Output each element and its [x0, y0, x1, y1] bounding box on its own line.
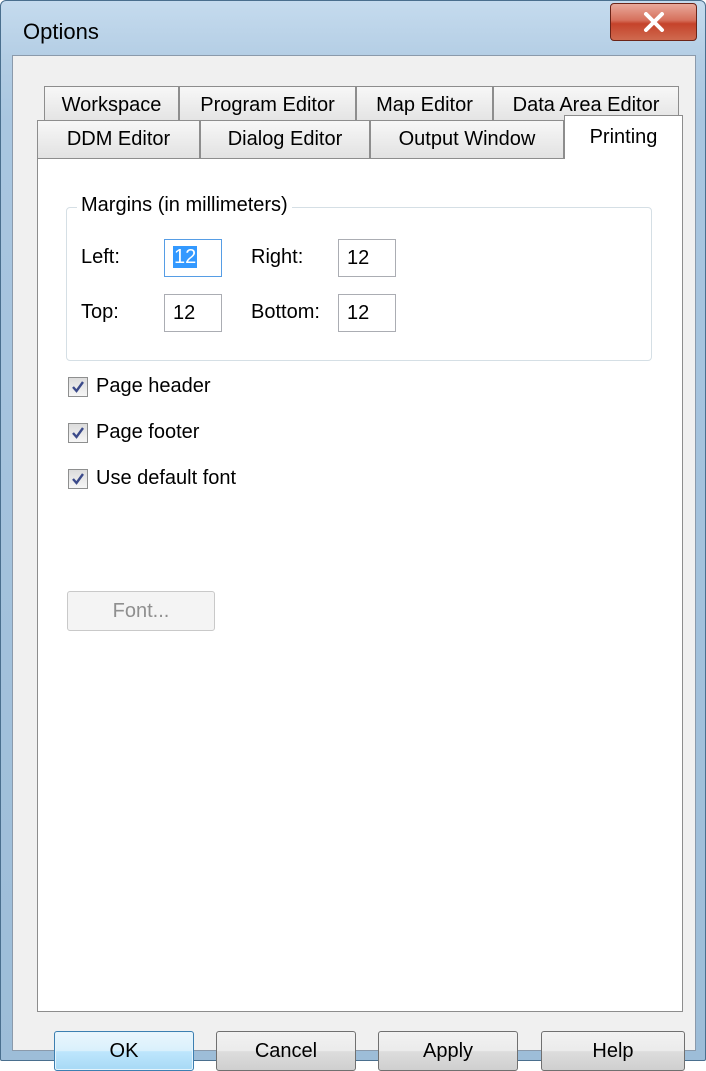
- checkmark-icon: [72, 426, 84, 439]
- bottom-margin-label: Bottom:: [251, 301, 320, 323]
- use-default-font-label: Use default font: [96, 467, 237, 489]
- checkmark-icon: [72, 472, 84, 485]
- right-margin-input[interactable]: [338, 239, 396, 277]
- close-button[interactable]: [610, 3, 697, 41]
- margins-group: Margins (in millimeters) Left: 12 Right:…: [66, 194, 652, 361]
- tab-dialog-editor[interactable]: Dialog Editor: [200, 120, 370, 158]
- tab-workspace[interactable]: Workspace: [44, 86, 179, 124]
- apply-button[interactable]: Apply: [378, 1031, 518, 1071]
- left-margin-value: 12: [173, 246, 198, 268]
- top-margin-input[interactable]: [164, 294, 222, 332]
- options-dialog: Options Workspace Program Editor Map Edi…: [0, 0, 706, 1071]
- tab-output-window[interactable]: Output Window: [370, 120, 564, 158]
- right-margin-label: Right:: [251, 246, 304, 268]
- dialog-client-area: Workspace Program Editor Map Editor Data…: [12, 55, 696, 1071]
- ok-button[interactable]: OK: [54, 1031, 194, 1071]
- checkmark-icon: [72, 380, 84, 393]
- page-footer-checkbox[interactable]: [68, 422, 88, 443]
- left-margin-label: Left:: [81, 246, 120, 268]
- printing-panel: Margins (in millimeters) Left: 12 Right:…: [37, 158, 683, 1012]
- page-footer-option[interactable]: Page footer: [68, 421, 199, 444]
- help-button[interactable]: Help: [541, 1031, 685, 1071]
- cancel-button[interactable]: Cancel: [216, 1031, 356, 1071]
- tab-printing[interactable]: Printing: [564, 115, 683, 159]
- close-icon: [643, 12, 664, 32]
- margins-group-label: Margins (in millimeters): [77, 194, 292, 217]
- left-margin-input[interactable]: 12: [164, 239, 222, 277]
- tab-program-editor[interactable]: Program Editor: [179, 86, 356, 124]
- top-margin-label: Top:: [81, 301, 119, 323]
- use-default-font-option[interactable]: Use default font: [68, 467, 236, 490]
- tab-ddm-editor[interactable]: DDM Editor: [37, 120, 200, 158]
- page-header-option[interactable]: Page header: [68, 375, 211, 398]
- font-button[interactable]: Font...: [67, 591, 215, 631]
- page-footer-label: Page footer: [96, 421, 200, 443]
- bottom-margin-input[interactable]: [338, 294, 396, 332]
- tab-map-editor[interactable]: Map Editor: [356, 86, 493, 124]
- page-header-label: Page header: [96, 375, 211, 397]
- use-default-font-checkbox[interactable]: [68, 468, 88, 489]
- page-header-checkbox[interactable]: [68, 376, 88, 397]
- window-title: Options: [23, 19, 99, 44]
